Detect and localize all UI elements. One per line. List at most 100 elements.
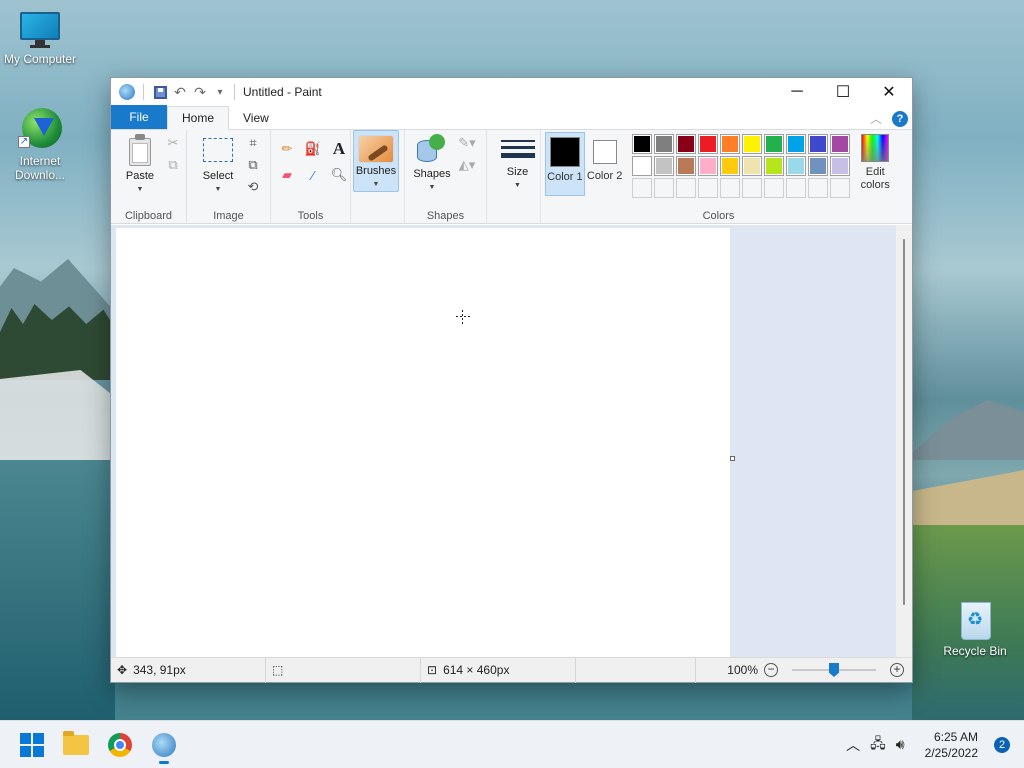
desktop-icon-my-computer[interactable]: My Computer [0, 12, 80, 66]
custom-color-slot[interactable] [720, 178, 741, 198]
notification-badge[interactable]: 2 [994, 736, 1010, 753]
clipboard-icon [127, 134, 153, 166]
color-picker-icon[interactable]: ⁄ [303, 166, 323, 184]
custom-color-slot[interactable] [742, 178, 763, 198]
eraser-icon[interactable]: ▰ [277, 166, 297, 184]
canvas-workspace[interactable] [111, 225, 912, 658]
tab-home[interactable]: Home [167, 106, 230, 130]
drawing-canvas[interactable] [116, 228, 730, 658]
help-icon[interactable]: ? [892, 110, 908, 127]
cut-icon[interactable]: ✂ [163, 134, 183, 152]
custom-color-slot[interactable] [676, 178, 697, 198]
colors-group: Color 1 Color 2 Edit colors Colors [541, 130, 896, 224]
group-label: Tools [297, 210, 324, 222]
clock[interactable]: 6:25 AM 2/25/2022 [925, 729, 978, 761]
show-hidden-icons-chevron-icon[interactable]: ︿ [846, 735, 860, 755]
zoom-slider-knob[interactable] [829, 663, 839, 677]
palette-swatch[interactable] [632, 156, 653, 176]
rotate-icon[interactable]: ⟲ [243, 178, 263, 196]
palette-swatch[interactable] [742, 134, 763, 154]
group-label: Image [213, 210, 244, 222]
desktop-icon-label: Internet Downlo... [14, 154, 66, 182]
desktop-icon-recycle-bin[interactable]: ♻ Recycle Bin [935, 598, 1015, 658]
zoom-in-button[interactable]: + [890, 663, 904, 677]
brushes-button[interactable]: Brushes ▼ [353, 130, 399, 192]
maximize-button[interactable]: ☐ [820, 78, 866, 106]
save-button[interactable] [150, 82, 170, 102]
custom-color-slot[interactable] [786, 178, 807, 198]
custom-color-slot[interactable] [764, 178, 785, 198]
copy-icon[interactable]: ⧉ [163, 156, 183, 174]
palette-swatch[interactable] [676, 156, 697, 176]
chrome-button[interactable] [100, 725, 140, 765]
scrollbar-thumb[interactable] [903, 239, 905, 605]
custom-color-slot[interactable] [698, 178, 719, 198]
palette-swatch[interactable] [786, 134, 807, 154]
palette-swatch[interactable] [786, 156, 807, 176]
collapse-ribbon-icon[interactable]: ︿ [870, 110, 882, 127]
color2-button[interactable]: Color 2 [585, 132, 625, 196]
network-icon[interactable]: 🖧︎ [870, 733, 886, 757]
shapes-group: Shapes ▼ ✎▾ ◭▾ Shapes [405, 130, 487, 224]
custom-color-slot[interactable] [808, 178, 829, 198]
zoom-level: 100% [727, 663, 758, 677]
color2-swatch [592, 140, 617, 164]
desktop-icon-internet-download-manager[interactable]: ↗ Internet Downlo... [0, 106, 80, 182]
pencil-icon[interactable]: ✏ [277, 140, 297, 158]
palette-swatch[interactable] [808, 156, 829, 176]
redo-button[interactable]: ↷ [190, 82, 210, 102]
close-button[interactable]: ✕ [866, 78, 912, 106]
palette-swatch[interactable] [720, 156, 741, 176]
custom-color-slot[interactable] [654, 178, 675, 198]
window-title: Untitled - Paint [243, 85, 322, 99]
cursor-position: 343, 91px [133, 663, 186, 677]
palette-swatch[interactable] [698, 134, 719, 154]
time: 6:25 AM [933, 729, 978, 744]
fill-shape-icon[interactable]: ◭▾ [457, 156, 477, 174]
palette-swatch[interactable] [830, 134, 851, 154]
palette-swatch[interactable] [764, 134, 785, 154]
group-label: Shapes [426, 210, 465, 222]
canvas-resize-handle[interactable] [730, 456, 735, 461]
zoom-out-button[interactable]: − [764, 663, 778, 677]
vertical-scrollbar[interactable] [896, 225, 912, 658]
palette-swatch[interactable] [830, 156, 851, 176]
palette-swatch[interactable] [676, 134, 697, 154]
title-bar[interactable]: ↶ ↷ ▾ Untitled - Paint ─ ☐ ✕ [111, 78, 912, 106]
customize-quick-access-button[interactable]: ▾ [210, 82, 230, 102]
paint-app-icon[interactable] [119, 84, 135, 100]
text-icon[interactable]: A [329, 139, 349, 158]
minimize-button[interactable]: ─ [774, 78, 820, 106]
palette-swatch[interactable] [764, 156, 785, 176]
palette-swatch[interactable] [654, 134, 675, 154]
palette-swatch[interactable] [698, 156, 719, 176]
size-group: Size ▼ [487, 130, 541, 224]
resize-icon[interactable]: ⧉ [243, 156, 263, 174]
file-explorer-button[interactable] [56, 725, 96, 765]
magnifier-icon[interactable]: 🔍︎ [329, 166, 349, 184]
tab-view[interactable]: View [229, 106, 283, 129]
select-rectangle-icon [203, 138, 233, 162]
zoom-slider[interactable] [792, 663, 876, 677]
palette-swatch[interactable] [632, 134, 653, 154]
group-label: Colors [702, 210, 735, 222]
start-button[interactable] [12, 725, 52, 765]
palette-swatch[interactable] [808, 134, 829, 154]
crop-icon[interactable]: ⌗ [243, 134, 263, 152]
custom-color-slot[interactable] [830, 178, 851, 198]
undo-button[interactable]: ↶ [170, 82, 190, 102]
custom-color-slot[interactable] [632, 178, 653, 198]
fill-icon[interactable]: ⛽ [303, 140, 323, 158]
color1-button[interactable]: Color 1 [545, 132, 585, 196]
chevron-down-icon: ▼ [514, 182, 521, 189]
paint-taskbar-button[interactable] [144, 725, 184, 765]
size-button[interactable]: Size ▼ [495, 130, 540, 224]
palette-swatch[interactable] [742, 156, 763, 176]
volume-icon[interactable]: 🔊︎ [896, 736, 905, 753]
tab-file[interactable]: File [111, 105, 167, 129]
palette-swatch[interactable] [720, 134, 741, 154]
outline-icon[interactable]: ✎▾ [457, 134, 477, 152]
palette-swatch[interactable] [654, 156, 675, 176]
ribbon-tabs: File Home View ︿ ? [111, 105, 912, 130]
group-label: Clipboard [124, 210, 173, 222]
